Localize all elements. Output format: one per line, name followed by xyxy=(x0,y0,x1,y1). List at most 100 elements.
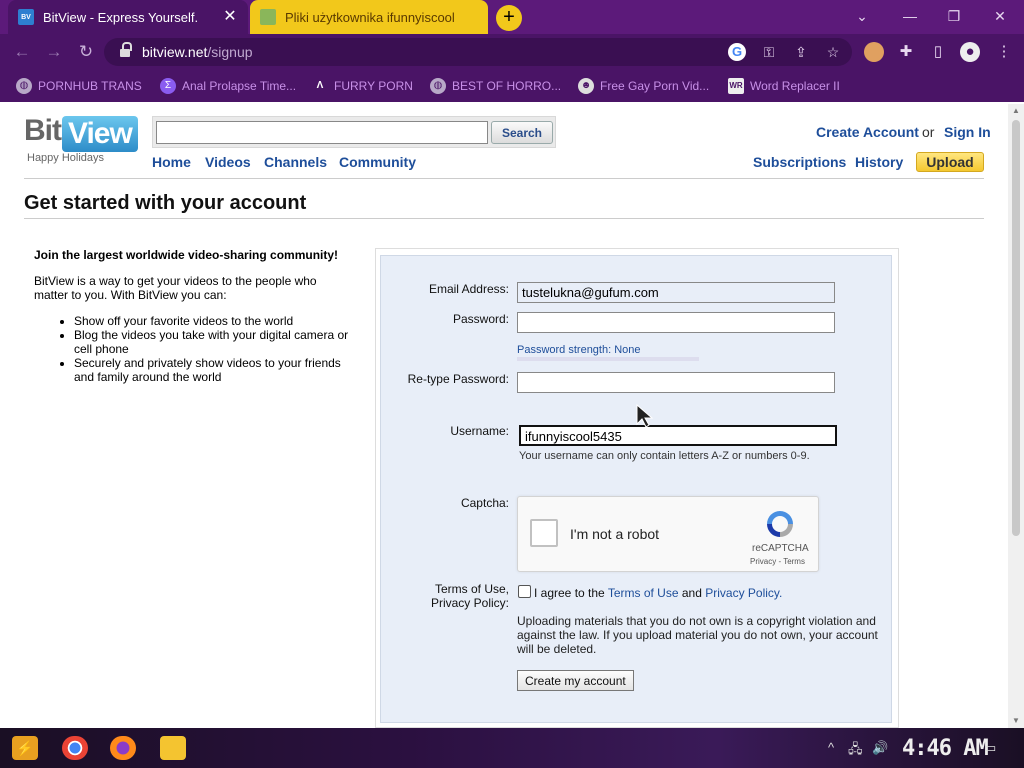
chrome-taskbar-icon[interactable] xyxy=(62,736,88,760)
bookmark-item[interactable]: Λ FURRY PORN xyxy=(312,78,413,94)
agree-and: and xyxy=(681,586,702,600)
username-field[interactable]: ifunnyiscool5435 xyxy=(519,425,837,446)
recaptcha-brand: reCAPTCHA xyxy=(752,543,809,554)
bookmark-item[interactable]: ◍ PORNHUB TRANS xyxy=(16,78,142,94)
bookmarks-bar: ◍ PORNHUB TRANS Σ Anal Prolapse Time... ΛF… xyxy=(0,70,1024,102)
browser-toolbar: ← → ↻ bitview.net/signup G ⚿ ⇪ ☆ ✚ ▯ ● ⋮ xyxy=(0,34,1024,70)
network-icon[interactable]: 🖧 xyxy=(848,740,863,762)
tab-search-icon[interactable]: ⌄ xyxy=(852,6,872,26)
address-bar[interactable]: bitview.net/signup G ⚿ ⇪ ☆ xyxy=(104,38,852,66)
extensions-puzzle-icon[interactable]: ✚ xyxy=(896,42,916,62)
nav-home[interactable]: Home xyxy=(152,154,191,170)
tray-chevron-icon[interactable]: ^ xyxy=(828,740,834,755)
scroll-up-icon[interactable]: ▲ xyxy=(1008,104,1024,118)
terms-label-1: Terms of Use, xyxy=(434,582,509,596)
email-label: Email Address: xyxy=(428,282,509,296)
logo-view: View xyxy=(62,116,138,152)
subscriptions-link[interactable]: Subscriptions xyxy=(753,154,846,170)
start-button-icon[interactable]: ⚡ xyxy=(12,736,38,760)
page-scrollbar[interactable]: ▲ ▼ xyxy=(1008,104,1024,728)
back-icon[interactable]: ← xyxy=(12,42,32,62)
globe-icon: ◍ xyxy=(430,78,446,94)
create-account-link[interactable]: Create Account xyxy=(816,124,919,140)
logo-tagline: Happy Holidays xyxy=(27,152,105,164)
tab-bitview[interactable]: BV BitView - Express Yourself. ✕ xyxy=(8,0,248,34)
side-panel-icon[interactable]: ▯ xyxy=(928,42,948,62)
privacy-policy-link[interactable]: Privacy Policy. xyxy=(705,586,782,600)
site-search: Search xyxy=(152,116,556,148)
reload-icon[interactable]: ↻ xyxy=(76,42,96,62)
star-icon[interactable]: ☆ xyxy=(824,43,842,61)
retype-password-field[interactable] xyxy=(517,372,835,393)
globe-icon: ◍ xyxy=(16,78,32,94)
intro-text: BitView is a way to get your videos to t… xyxy=(34,274,317,302)
share-icon[interactable]: ⇪ xyxy=(792,43,810,61)
email-field[interactable]: tustelukna@gufum.com xyxy=(517,282,835,303)
recaptcha-checkbox[interactable] xyxy=(530,519,558,547)
bookmark-item[interactable]: WR Word Replacer II xyxy=(728,78,840,94)
recaptcha-terms[interactable]: Privacy - Terms xyxy=(750,557,805,566)
bookmark-item[interactable]: Σ Anal Prolapse Time... xyxy=(160,78,296,94)
username-label: Username: xyxy=(450,424,509,438)
signup-form: Email Address: tustelukna@gufum.com Pass… xyxy=(380,255,892,723)
password-strength: Password strength: None xyxy=(517,344,641,356)
volume-icon[interactable]: 🔊 xyxy=(872,740,888,756)
taskbar: ⚡ ^ 🖧 🔊 4:46 AM ▭ xyxy=(0,728,1024,768)
forward-icon[interactable]: → xyxy=(44,42,64,62)
bookmark-item[interactable]: ☻ Free Gay Porn Vid... xyxy=(578,78,709,94)
menu-kebab-icon[interactable]: ⋮ xyxy=(994,42,1014,62)
logo-bit: Bit xyxy=(24,114,62,147)
bookmark-icon: Σ xyxy=(160,78,176,94)
taskbar-clock[interactable]: 4:46 AM xyxy=(902,736,989,761)
retype-password-label: Re-type Password: xyxy=(407,372,509,386)
intro-heading: Join the largest worldwide video-sharing… xyxy=(34,248,339,262)
upload-button[interactable]: Upload xyxy=(916,152,984,172)
create-account-button[interactable]: Create my account xyxy=(517,670,634,691)
extension-avatar-icon[interactable] xyxy=(864,42,884,62)
wr-icon: WR xyxy=(728,78,744,94)
restore-icon[interactable]: ❐ xyxy=(944,6,964,26)
minimize-icon[interactable]: — xyxy=(900,6,920,26)
key-icon[interactable]: ⚿ xyxy=(760,43,778,61)
bookmark-item[interactable]: ◍ BEST OF HORRO... xyxy=(430,78,561,94)
sign-in-link[interactable]: Sign In xyxy=(944,124,991,140)
new-tab-button[interactable]: + xyxy=(496,5,522,31)
tab-pliki[interactable]: Pliki użytkownika ifunnyiscool xyxy=(250,0,488,34)
bot-icon: ☻ xyxy=(578,78,594,94)
scrollbar-thumb[interactable] xyxy=(1012,120,1020,536)
agree-prefix: I agree to the xyxy=(534,586,605,600)
search-input[interactable] xyxy=(156,121,488,144)
recaptcha-widget: I'm not a robot reCAPTCHA Privacy - Term… xyxy=(517,496,819,572)
tab-title: Pliki użytkownika ifunnyiscool xyxy=(285,9,455,25)
list-item: Show off your favorite videos to the wor… xyxy=(74,314,354,328)
notification-icon[interactable]: ▭ xyxy=(984,740,996,756)
or-text: or xyxy=(922,124,935,140)
close-tab-icon[interactable]: ✕ xyxy=(222,9,238,25)
tab-title: BitView - Express Yourself. xyxy=(43,9,199,25)
list-item: Securely and privately show videos to yo… xyxy=(74,356,354,384)
password-strength-bar xyxy=(517,357,699,361)
terms-of-use-link[interactable]: Terms of Use xyxy=(608,586,679,600)
history-link[interactable]: History xyxy=(855,154,903,170)
password-field[interactable] xyxy=(517,312,835,333)
agree-checkbox[interactable] xyxy=(518,585,531,598)
feature-list: Show off your favorite videos to the wor… xyxy=(74,314,354,384)
page-viewport: Bit View Happy Holidays Search Home Vide… xyxy=(0,104,1008,728)
scroll-down-icon[interactable]: ▼ xyxy=(1008,714,1024,728)
nav-videos[interactable]: Videos xyxy=(205,154,251,170)
arch-icon: Λ xyxy=(316,80,324,91)
divider xyxy=(24,178,984,179)
recaptcha-text: I'm not a robot xyxy=(570,526,660,542)
nav-channels[interactable]: Channels xyxy=(264,154,327,170)
close-window-icon[interactable]: ✕ xyxy=(990,6,1010,26)
terms-label-2: Privacy Policy: xyxy=(430,596,509,610)
copyright-notice: Uploading materials that you do not own … xyxy=(517,614,878,656)
firefox-taskbar-icon[interactable] xyxy=(110,736,136,760)
lock-icon xyxy=(120,42,132,58)
nav-community[interactable]: Community xyxy=(339,154,416,170)
google-translate-icon[interactable]: G xyxy=(728,43,746,61)
profile-icon[interactable]: ● xyxy=(960,42,980,62)
file-explorer-icon[interactable] xyxy=(160,736,186,760)
divider xyxy=(24,218,984,219)
search-button[interactable]: Search xyxy=(491,121,553,144)
